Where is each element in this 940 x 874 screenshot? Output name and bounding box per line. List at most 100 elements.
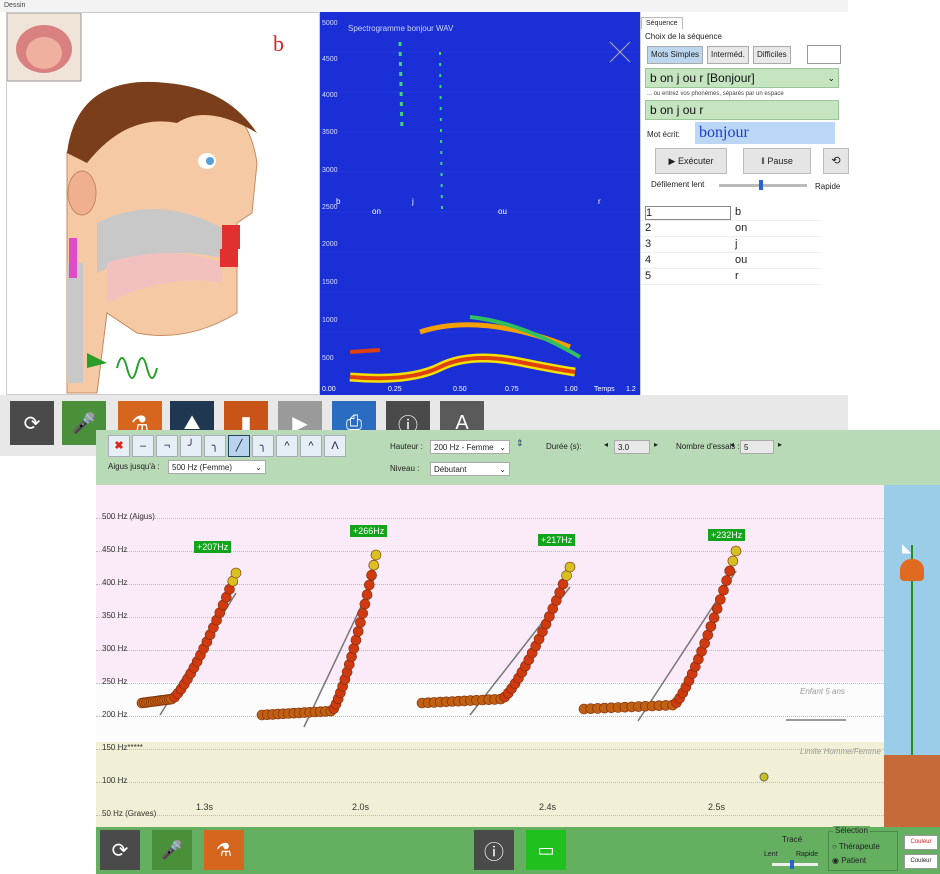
spec-y-tick: 4500 (322, 56, 338, 63)
spec-x-tick: 1.00 (564, 386, 578, 393)
hauteur-select-value: 200 Hz - Femme (434, 443, 494, 452)
niveau-select[interactable]: Débutant ⌄ (430, 462, 510, 476)
brick-ground (884, 755, 940, 828)
sequence-select[interactable]: b on j ou r [Bonjour] ⌄ (645, 68, 839, 88)
pitch-point (708, 612, 720, 623)
spray-icon[interactable]: ⚗ (204, 830, 244, 870)
chevron-down-icon: ⌄ (499, 443, 506, 452)
height-spin-icon[interactable]: ⇕ (516, 438, 524, 449)
phoneme-list: 1 b 2 on 3 j 4 ou 5 r (641, 202, 849, 395)
sequence-select-value: b on j ou r [Bonjour] (650, 71, 755, 85)
list-item[interactable]: 4 ou (641, 252, 821, 269)
pitch-point (721, 575, 732, 586)
pitch-gain-badge: +232Hz (708, 529, 746, 541)
sequence-blank-field[interactable] (807, 45, 841, 64)
phoneme-value: b (735, 206, 742, 218)
phoneme-value: j (735, 238, 738, 250)
color-button-2[interactable]: Couleur (904, 854, 938, 869)
intonation-window: ✖ – ¬ ╯ ╮ ╱ ╮ ^ ^ Λ Aigus jusqu'à : 500 … (96, 430, 940, 874)
replay-icon[interactable]: ⟳ (10, 401, 54, 445)
pitch-point (366, 569, 377, 581)
phoneme-number: 3 (645, 238, 652, 250)
contour-rise-fall-icon[interactable]: ╯ (180, 435, 202, 457)
pitch-plot: 500 Hz (Aigus) 450 Hz 400 Hz 350 Hz 300 … (96, 485, 884, 828)
pitch-point (730, 545, 742, 557)
phoneme-value: on (735, 222, 748, 234)
difficult-button[interactable]: Difficiles (753, 46, 791, 64)
niveau-label: Niveau : (390, 464, 420, 473)
list-item[interactable]: 2 on (641, 220, 821, 237)
intermediate-button[interactable]: Interméd. (707, 46, 749, 64)
spec-x-tick: 0.75 (505, 386, 519, 393)
run-button[interactable]: ▶ Exécuter (655, 148, 727, 174)
info-icon[interactable]: ⓘ (474, 830, 514, 870)
simple-words-button[interactable]: Mots Simples (647, 46, 704, 64)
gamepad-icon[interactable]: ▭ (526, 830, 566, 870)
spec-y-tick: 1000 (322, 317, 338, 324)
radio-patient[interactable]: ◉ Patient (832, 856, 866, 865)
clear-icon[interactable]: ✖ (108, 435, 130, 457)
microphone-icon[interactable]: 🎤 (152, 830, 192, 870)
list-item[interactable]: 3 j (641, 236, 821, 253)
progress-strip: ◣ (884, 485, 940, 828)
pitch-point (352, 626, 364, 637)
stray-point (759, 772, 769, 782)
therapist-label: Thérapeute (838, 842, 880, 851)
hauteur-select[interactable]: 200 Hz - Femme ⌄ (430, 440, 510, 454)
contour-fall-icon[interactable]: ¬ (156, 435, 178, 457)
essais-decrease-icon[interactable]: ◂ (730, 440, 734, 449)
contour-double-icon[interactable]: ^ (300, 435, 322, 457)
duree-increase-icon[interactable]: ▸ (654, 440, 658, 449)
pause-button[interactable]: ‖ Pause (743, 148, 811, 174)
phoneme-value: r (735, 270, 739, 282)
essais-increase-icon[interactable]: ▸ (778, 440, 782, 449)
phoneme-input[interactable]: b on j ou r (645, 100, 839, 120)
pause-button-label: Pause (767, 156, 793, 166)
spec-y-tick: 1500 (322, 279, 338, 286)
spectrogram-plot (320, 41, 640, 383)
contour-drop-icon[interactable]: ╮ (204, 435, 226, 457)
duree-field[interactable]: 3.0 (614, 440, 650, 454)
duree-decrease-icon[interactable]: ◂ (604, 440, 608, 449)
contour-peak-fall-icon[interactable]: ╮ (252, 435, 274, 457)
trace-speed-slider[interactable] (772, 860, 818, 869)
run-button-label: Exécuter (677, 156, 714, 166)
spec-y-tick: 3500 (322, 129, 338, 136)
pitch-point (357, 608, 369, 619)
contour-flat-icon[interactable]: – (132, 435, 154, 457)
radio-therapist[interactable]: ○ Thérapeute (832, 842, 880, 851)
phoneme-marker: on (372, 207, 381, 216)
scroll-speed-slider[interactable] (719, 180, 807, 190)
spec-y-tick: 3000 (322, 167, 338, 174)
scroll-fast-label: Rapide (815, 182, 841, 191)
duree-label: Durée (s): (546, 442, 582, 451)
phoneme-number: 4 (645, 254, 652, 266)
essais-field[interactable]: 5 (740, 440, 774, 454)
contour-rise-icon[interactable]: ╱ (228, 435, 250, 457)
contour-lambda-icon[interactable]: Λ (324, 435, 346, 457)
replay-icon[interactable]: ⟳ (100, 830, 140, 870)
trace-slow-label: Lent (764, 851, 778, 858)
tab-sequence[interactable]: Séquence (641, 17, 683, 29)
written-word-field[interactable]: bonjour (695, 122, 835, 144)
spec-y-tick: 5000 (322, 20, 338, 27)
window-title: Dessin (0, 0, 848, 12)
list-item[interactable]: 1 b (641, 204, 821, 221)
contour-hat-icon[interactable]: ^ (276, 435, 298, 457)
slider-thumb[interactable] (790, 860, 794, 869)
pitch-point (370, 549, 382, 561)
phoneme-marker: r (598, 197, 601, 206)
aigus-select[interactable]: 500 Hz (Femme) ⌄ (168, 460, 266, 474)
slider-thumb[interactable] (759, 180, 763, 190)
pitch-point (368, 559, 380, 571)
spec-x-tick: 0.50 (453, 386, 467, 393)
scroll-slow-label: Défilement lent (651, 180, 705, 189)
spec-x-tick: 0.25 (388, 386, 402, 393)
phoneme-number: 5 (645, 270, 652, 282)
phoneme-number: 1 (645, 206, 731, 220)
phoneme-marker: ou (498, 207, 507, 216)
color-button-1[interactable]: Couleur (904, 835, 938, 850)
list-item[interactable]: 5 r (641, 268, 821, 285)
character-icon (900, 559, 924, 581)
reset-icon[interactable]: ⟲ (823, 148, 849, 174)
